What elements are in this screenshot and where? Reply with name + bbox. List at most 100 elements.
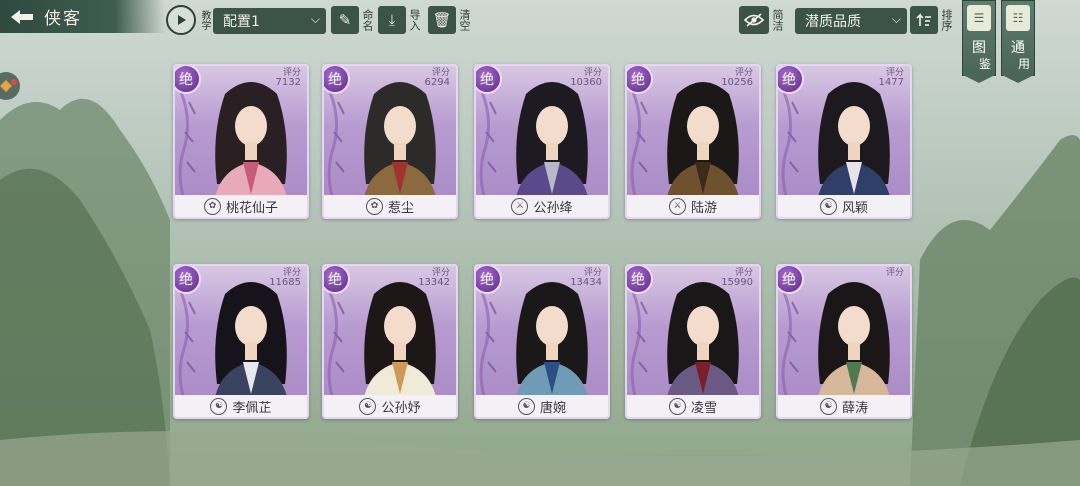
tutorial-button[interactable]: 教学 (166, 5, 210, 35)
hero-card[interactable]: 评分 1477 绝 ☯ 风颖 (776, 64, 912, 219)
hero-name-bar: ⚔ 陆游 (627, 195, 759, 217)
hero-name: 风颖 (841, 200, 868, 216)
tab-tongyong[interactable]: ☷ 通 用 (1001, 0, 1035, 83)
hero-card[interactable]: 评分 6294 绝 ✿ 惹尘 (322, 64, 458, 219)
play-icon (166, 5, 196, 35)
hero-card[interactable]: 评分 7132 绝 ✿ 桃花仙子 (173, 64, 309, 219)
hero-portrait (514, 82, 590, 212)
quality-value: 潜质品质 (805, 14, 861, 30)
sword-icon: ⚔ (668, 197, 686, 215)
hero-name: 桃花仙子 (225, 200, 278, 216)
top-bar: 侠客 教学 配置1 ⌵ ✎ 命名 ⤓ 导入 🗑 清空 简洁 潜质品质 ⌵ 排序 (0, 0, 1080, 83)
book-icon: ☰ (967, 5, 991, 31)
score-value: 11685 (269, 277, 301, 288)
import-label: 导入 (408, 9, 421, 31)
hero-portrait (362, 282, 438, 412)
hero-name-bar: ☯ 薛涛 (778, 395, 910, 417)
hero-card[interactable]: 评分 10360 绝 ⚔ 公孙绛 (474, 64, 610, 219)
taiji-icon: ☯ (359, 397, 377, 415)
side-ornament-icon[interactable] (0, 66, 28, 122)
lotus-icon: ✿ (365, 197, 383, 215)
sort-label: 排序 (940, 9, 953, 31)
hero-name-bar: ☯ 李佩芷 (175, 395, 307, 417)
hero-name: 公孙妤 (381, 400, 421, 416)
hero-name: 唐婉 (539, 400, 566, 416)
config-dropdown[interactable]: 配置1 ⌵ (213, 8, 326, 34)
hero-name-bar: ✿ 惹尘 (324, 195, 456, 217)
back-arrow-icon[interactable] (0, 0, 44, 33)
tutorial-label: 教学 (199, 10, 210, 30)
chevron-down-icon: ⌵ (891, 12, 901, 26)
hero-name: 李佩芷 (232, 400, 272, 416)
score-block: 评分 1477 (879, 68, 904, 88)
hero-portrait (665, 282, 741, 412)
hero-name: 陆游 (690, 200, 717, 216)
score-block: 评分 10360 (570, 68, 602, 88)
clear-button[interactable]: 🗑 清空 (428, 5, 471, 35)
hero-name-bar: ⚔ 公孙绛 (476, 195, 608, 217)
score-value: 7132 (275, 77, 301, 88)
taiji-icon: ☯ (668, 397, 686, 415)
hero-portrait (665, 82, 741, 212)
sword-icon: ⚔ (511, 197, 529, 215)
hero-portrait (213, 82, 289, 212)
rename-label: 命名 (361, 9, 374, 31)
hero-card[interactable]: 评分 10256 绝 ⚔ 陆游 (625, 64, 761, 219)
taiji-icon: ☯ (517, 397, 535, 415)
hero-name-bar: ☯ 公孙妤 (324, 395, 456, 417)
hero-name-bar: ✿ 桃花仙子 (175, 195, 307, 217)
tab-tongyong-label-2: 用 (1017, 57, 1030, 71)
hero-name: 惹尘 (387, 200, 414, 216)
hero-card[interactable]: 评分 13434 绝 ☯ 唐婉 (474, 264, 610, 419)
hero-name: 公孙绛 (533, 200, 573, 216)
quality-dropdown[interactable]: 潜质品质 ⌵ (795, 8, 907, 34)
hero-name: 薛涛 (841, 400, 868, 416)
score-value: 10256 (721, 77, 753, 88)
clear-label: 清空 (458, 9, 471, 31)
score-block: 评分 13342 (418, 268, 450, 288)
hero-portrait (816, 82, 892, 212)
score-block: 评分 15990 (721, 268, 753, 288)
tab-tujian[interactable]: ☰ 图 鉴 (962, 0, 996, 83)
hero-portrait (816, 282, 892, 412)
hero-portrait (514, 282, 590, 412)
eye-slash-icon (739, 6, 769, 34)
rename-button[interactable]: ✎ 命名 (331, 5, 374, 35)
score-value: 1477 (878, 77, 904, 88)
import-button[interactable]: ⤓ 导入 (378, 5, 421, 35)
page-title: 侠客 (44, 9, 82, 29)
hero-name-bar: ☯ 凌雪 (627, 395, 759, 417)
tab-tujian-label: 图 (972, 40, 986, 56)
back-bar: 侠客 (0, 0, 165, 33)
hero-card[interactable]: 评分 绝 ☯ 薛涛 (776, 264, 912, 419)
taiji-icon: ☯ (210, 397, 228, 415)
brush-icon: ✎ (331, 6, 359, 34)
config-value: 配置1 (223, 14, 260, 30)
hero-card[interactable]: 评分 11685 绝 ☯ 李佩芷 (173, 264, 309, 419)
scroll-icon: ☷ (1006, 5, 1030, 31)
score-value: 13434 (570, 277, 602, 288)
score-block: 评分 11685 (269, 268, 301, 288)
score-block: 评分 13434 (570, 268, 602, 288)
score-block: 评分 7132 (276, 68, 301, 88)
hero-name: 凌雪 (690, 400, 717, 416)
hero-card[interactable]: 评分 15990 绝 ☯ 凌雪 (625, 264, 761, 419)
score-value: 6294 (424, 77, 450, 88)
score-label: 评分 (885, 268, 904, 278)
hero-name-bar: ☯ 风颖 (778, 195, 910, 217)
lotus-icon: ✿ (203, 197, 221, 215)
tab-tongyong-label: 通 (1011, 40, 1025, 56)
score-value: 10360 (570, 77, 602, 88)
chevron-down-icon: ⌵ (310, 12, 320, 26)
hero-card[interactable]: 评分 13342 绝 ☯ 公孙妤 (322, 264, 458, 419)
simple-view-button[interactable]: 简洁 (739, 5, 784, 35)
score-block: 评分 10256 (721, 68, 753, 88)
tab-tujian-label-2: 鉴 (978, 57, 991, 71)
score-value: 13342 (418, 277, 450, 288)
score-block: 评分 (886, 268, 904, 278)
score-block: 评分 6294 (425, 68, 450, 88)
sort-icon (910, 6, 938, 34)
trash-icon: 🗑 (428, 6, 456, 34)
sort-button[interactable]: 排序 (910, 5, 953, 35)
hero-portrait (213, 282, 289, 412)
